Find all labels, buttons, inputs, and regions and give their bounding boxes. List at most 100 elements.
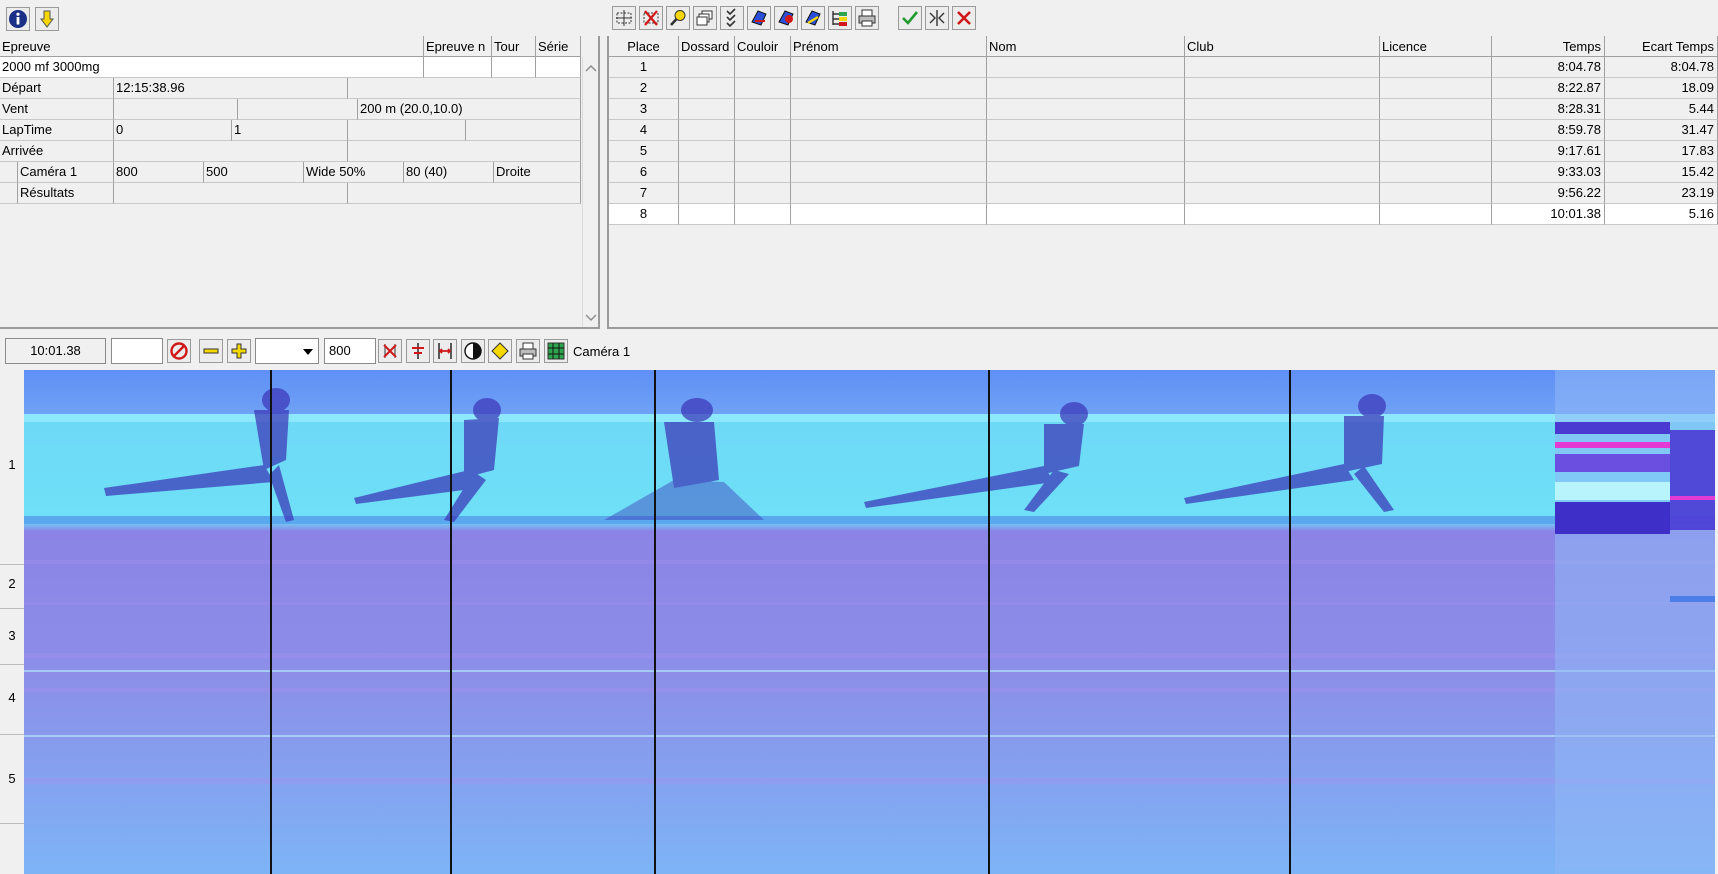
result-cell-dossard[interactable] (679, 120, 735, 141)
result-cell-prenom[interactable] (791, 120, 987, 141)
result-cell-nom[interactable] (987, 204, 1185, 225)
resultats-extra[interactable] (348, 183, 581, 204)
camera-value-1[interactable]: 800 (114, 162, 204, 183)
header-ecart-temps[interactable]: Ecart Temps (1605, 36, 1718, 57)
cancel-button[interactable] (952, 6, 976, 30)
result-cell-licence[interactable] (1380, 120, 1492, 141)
result-cell-dossard[interactable] (679, 204, 735, 225)
result-cell-temps[interactable]: 10:01.38 (1492, 204, 1605, 225)
brightness-button[interactable] (488, 339, 512, 363)
result-cell-nom[interactable] (987, 78, 1185, 99)
result-cell-couloir[interactable] (735, 78, 791, 99)
import-button[interactable] (747, 6, 771, 30)
current-time-display[interactable]: 10:01.38 (5, 338, 106, 364)
result-cell-dossard[interactable] (679, 99, 735, 120)
result-cell-temps[interactable]: 9:33.03 (1492, 162, 1605, 183)
split-button[interactable] (925, 6, 949, 30)
header-temps[interactable]: Temps (1492, 36, 1605, 57)
result-cell-temps[interactable]: 8:22.87 (1492, 78, 1605, 99)
result-cell-couloir[interactable] (735, 204, 791, 225)
camera-value-3[interactable]: Wide 50% (304, 162, 404, 183)
header-serie[interactable]: Série (536, 36, 581, 57)
result-cell-nom[interactable] (987, 99, 1185, 120)
result-cell-couloir[interactable] (735, 162, 791, 183)
result-cell-temps[interactable]: 9:56.22 (1492, 183, 1605, 204)
vent-value[interactable] (114, 99, 238, 120)
vent-blank[interactable] (238, 99, 358, 120)
result-cell-prenom[interactable] (791, 78, 987, 99)
result-cell-ecart-temps[interactable]: 15.42 (1605, 162, 1718, 183)
header-nom[interactable]: Nom (987, 36, 1185, 57)
result-cell-couloir[interactable] (735, 141, 791, 162)
clear-marks-button[interactable] (378, 339, 402, 363)
contrast-button[interactable] (461, 339, 485, 363)
result-cell-licence[interactable] (1380, 162, 1492, 183)
result-cell-club[interactable] (1185, 162, 1380, 183)
header-tour[interactable]: Tour (492, 36, 536, 57)
result-cell-place[interactable]: 6 (609, 162, 679, 183)
result-cell-dossard[interactable] (679, 162, 735, 183)
search-button[interactable] (666, 6, 690, 30)
event-number[interactable] (424, 57, 492, 78)
result-cell-prenom[interactable] (791, 204, 987, 225)
result-cell-place[interactable]: 1 (609, 57, 679, 78)
header-dossard[interactable]: Dossard (679, 36, 735, 57)
info-button[interactable] (6, 7, 30, 31)
depart-extra[interactable] (348, 78, 581, 99)
result-cell-nom[interactable] (987, 57, 1185, 78)
result-cell-licence[interactable] (1380, 204, 1492, 225)
result-cell-prenom[interactable] (791, 183, 987, 204)
event-serie[interactable] (536, 57, 581, 78)
check-list-button[interactable] (720, 6, 744, 30)
result-cell-temps[interactable]: 9:17.61 (1492, 141, 1605, 162)
finish-marker-line[interactable] (1289, 370, 1291, 874)
arrivee-value[interactable] (114, 141, 348, 162)
result-cell-prenom[interactable] (791, 57, 987, 78)
result-cell-prenom[interactable] (791, 141, 987, 162)
finish-marker-line[interactable] (654, 370, 656, 874)
result-cell-prenom[interactable] (791, 99, 987, 120)
result-cell-nom[interactable] (987, 120, 1185, 141)
result-cell-nom[interactable] (987, 162, 1185, 183)
result-cell-club[interactable] (1185, 99, 1380, 120)
result-cell-place[interactable]: 2 (609, 78, 679, 99)
adjust-button[interactable] (406, 339, 430, 363)
laptime-value-2[interactable]: 1 (232, 120, 348, 141)
camera-value-2[interactable]: 500 (204, 162, 304, 183)
event-grid-scrollbar[interactable] (582, 57, 598, 327)
export-button[interactable] (774, 6, 798, 30)
result-cell-ecart-temps[interactable]: 18.09 (1605, 78, 1718, 99)
result-cell-club[interactable] (1185, 183, 1380, 204)
result-cell-club[interactable] (1185, 57, 1380, 78)
frame-input[interactable] (111, 338, 163, 364)
zoom-out-button[interactable] (199, 339, 223, 363)
arrivee-extra[interactable] (348, 141, 581, 162)
zoom-select[interactable] (255, 338, 319, 364)
validate-button[interactable] (898, 6, 922, 30)
result-cell-couloir[interactable] (735, 183, 791, 204)
header-couloir[interactable]: Couloir (735, 36, 791, 57)
laptime-value-4[interactable] (466, 120, 581, 141)
result-cell-place[interactable]: 5 (609, 141, 679, 162)
header-licence[interactable]: Licence (1380, 36, 1492, 57)
result-cell-ecart-temps[interactable]: 5.16 (1605, 204, 1718, 225)
print-button[interactable] (855, 6, 879, 30)
result-cell-club[interactable] (1185, 120, 1380, 141)
resultats-value[interactable] (114, 183, 348, 204)
laptime-value-3[interactable] (348, 120, 466, 141)
depart-time[interactable]: 12:15:38.96 (114, 78, 348, 99)
zoom-in-button[interactable] (227, 339, 251, 363)
photo-finish-image[interactable] (24, 370, 1715, 874)
width-input[interactable]: 800 (324, 338, 376, 364)
result-cell-licence[interactable] (1380, 99, 1492, 120)
header-club[interactable]: Club (1185, 36, 1380, 57)
result-cell-temps[interactable]: 8:04.78 (1492, 57, 1605, 78)
header-prenom[interactable]: Prénom (791, 36, 987, 57)
delete-selection-button[interactable] (639, 6, 663, 30)
result-cell-temps[interactable]: 8:28.31 (1492, 99, 1605, 120)
result-cell-licence[interactable] (1380, 183, 1492, 204)
windows-button[interactable] (693, 6, 717, 30)
finish-marker-line[interactable] (270, 370, 272, 874)
finish-marker-line[interactable] (450, 370, 452, 874)
event-tour[interactable] (492, 57, 536, 78)
